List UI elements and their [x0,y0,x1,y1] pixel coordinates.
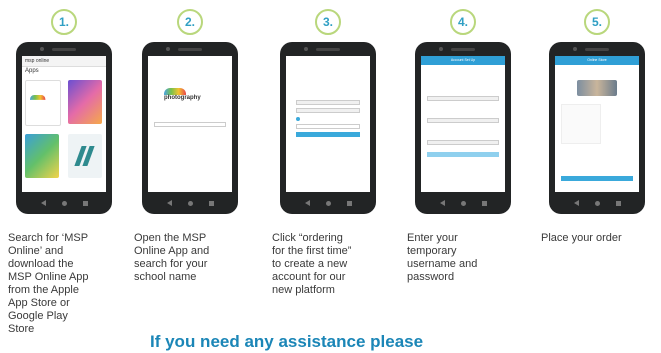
step-number-badge: 1. [51,9,77,35]
step-caption: Place your order [541,232,622,244]
speaker-icon [52,48,76,51]
school-search-field [154,122,226,127]
step-caption: Open the MSP Online App and search for y… [134,232,210,283]
step-3: 3. Click “ordering for the first time” t… [264,0,392,353]
add-to-cart-button [561,176,633,181]
phone-screen [286,56,370,192]
app-tile [25,134,59,178]
step-4: 4. Account Set Up Enter your temporary u… [399,0,527,353]
step-caption: Click “ordering for the first time” to c… [272,232,352,296]
step-1: 1. msp online Apps Search for ‘MSP Onlin… [0,0,128,353]
msp-logo: photography [164,88,206,104]
step-5: 5. Online Store Place your order [533,0,661,353]
apps-section-label: Apps [25,68,39,74]
password-field [427,140,499,145]
phone-mockup: photography [142,42,238,214]
speaker-icon [451,48,475,51]
camera-icon [439,47,443,51]
step-number-badge: 5. [584,9,610,35]
android-nav-bar [549,199,645,207]
msp-logo [30,95,59,106]
phone-mockup [280,42,376,214]
product-image [577,80,617,96]
phone-screen: photography [148,56,232,192]
android-nav-bar [415,199,511,207]
email-field [427,118,499,123]
username-field [427,96,499,101]
speaker-icon [178,48,202,51]
phone-mockup: Online Store [549,42,645,214]
step-2: 2. photography Open the MSP Online App a… [126,0,254,353]
step-caption: Enter your temporary username and passwo… [407,232,478,283]
first-time-button [296,124,360,129]
camera-icon [40,47,44,51]
phone-screen: Online Store [555,56,639,192]
speaker-icon [316,48,340,51]
first-time-radio [296,117,300,121]
step-caption: Search for ‘MSP Online’ and download the… [8,232,89,335]
android-nav-bar [280,199,376,207]
android-nav-bar [16,199,112,207]
assistance-heading: If you need any assistance please [150,332,424,351]
android-nav-bar [142,199,238,207]
camera-icon [304,47,308,51]
phone-screen: msp online Apps [22,56,106,192]
screen-header: Account Set Up [421,56,505,65]
screen-header: Online Store [555,56,639,65]
username-field [296,100,360,105]
password-field [296,108,360,113]
app-tile [68,134,102,178]
step-number-badge: 3. [315,9,341,35]
speaker-icon [585,48,609,51]
search-bar: msp online [22,56,106,67]
camera-icon [166,47,170,51]
continue-button [296,132,360,137]
phone-screen: Account Set Up [421,56,505,192]
phone-mockup: msp online Apps [16,42,112,214]
option-list [561,104,601,144]
submit-button [427,152,499,157]
phone-mockup: Account Set Up [415,42,511,214]
app-tile [68,80,102,124]
step-number-badge: 2. [177,9,203,35]
camera-icon [573,47,577,51]
app-tile [25,80,61,126]
step-number-badge: 4. [450,9,476,35]
